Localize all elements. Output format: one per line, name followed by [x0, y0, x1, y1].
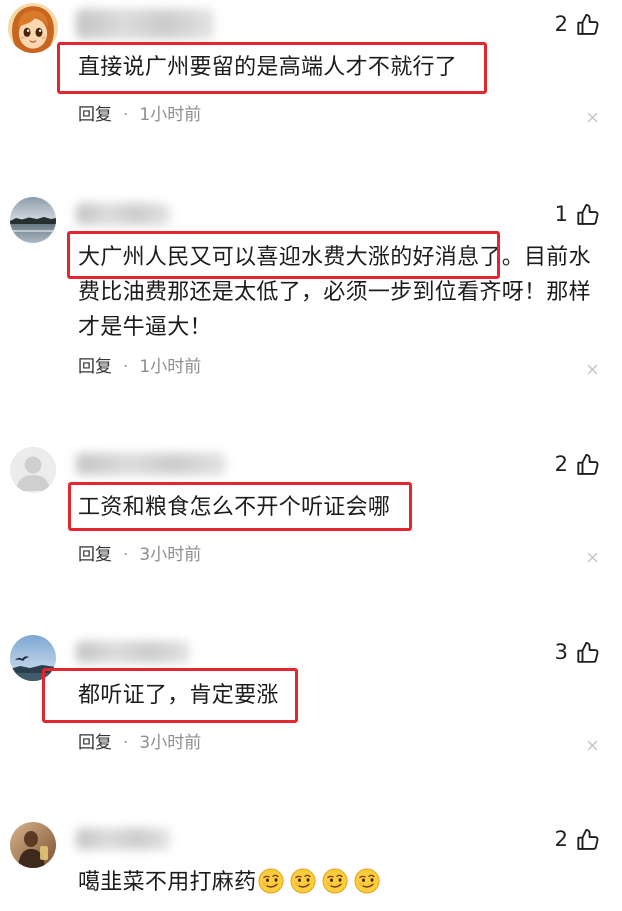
comment-time: 1小时前 — [139, 357, 202, 377]
comment-body: 大广州人民又可以喜迎水费大涨的好消息了。目前水 费比油费那还是太低了，必须一步到… — [78, 240, 598, 377]
meta-separator: · — [123, 545, 129, 565]
thumbs-up-icon — [575, 202, 600, 227]
username-blurred[interactable] — [76, 828, 170, 850]
username-blurred[interactable] — [76, 453, 226, 475]
comment-body: 都听证了，肯定要涨 回复 · 3小时前 — [78, 678, 598, 753]
meta-separator: · — [123, 357, 129, 377]
comment-text: 大广州人民又可以喜迎水费大涨的好消息了。目前水 — [78, 245, 591, 270]
thumbs-up-icon — [575, 640, 600, 665]
reply-button[interactable]: 回复 — [78, 733, 112, 753]
comment-meta: 回复 · 1小时前 — [78, 357, 598, 377]
like-count: 2 — [554, 827, 568, 851]
close-glyph — [587, 552, 598, 563]
username-blurred[interactable] — [76, 9, 214, 39]
comment-text: 费比油费那还是太低了，必须一步到位看齐呀！那样 — [78, 280, 591, 305]
close-glyph — [587, 364, 598, 375]
smirk-emoji-icon — [258, 868, 284, 894]
comment-time: 1小时前 — [139, 105, 202, 125]
user-avatar[interactable] — [10, 447, 56, 493]
default-user-avatar-icon — [10, 447, 56, 493]
close-icon[interactable] — [587, 112, 598, 123]
comment-meta: 回复 · 1小时前 — [78, 105, 598, 125]
smirk-emoji-icon — [322, 868, 348, 894]
sky-bird-avatar-icon — [10, 635, 56, 681]
meta-separator: · — [123, 733, 129, 753]
meta-separator: · — [123, 105, 129, 125]
close-icon[interactable] — [587, 740, 598, 751]
username-blurred[interactable] — [76, 203, 170, 225]
comment-time: 3小时前 — [139, 733, 202, 753]
like-count: 3 — [554, 640, 568, 664]
comment-text: 直接说广州要留的是高端人才不就行了 — [78, 55, 458, 80]
close-icon[interactable] — [587, 364, 598, 375]
comment-list: 2 直接说广州要留的是高端人才不就行了 回复 · 1小时前 1 大广州人民又可以… — [0, 0, 622, 911]
like-button[interactable]: 2 — [555, 450, 600, 478]
comment-time: 3小时前 — [139, 545, 202, 565]
lake-landscape-avatar-icon — [10, 197, 56, 243]
like-button[interactable]: 2 — [555, 10, 600, 38]
reply-button[interactable]: 回复 — [78, 105, 112, 125]
user-avatar[interactable] — [10, 822, 56, 868]
user-avatar[interactable] — [8, 3, 58, 53]
comment-meta: 回复 · 3小时前 — [78, 545, 598, 565]
smirk-emoji-icon — [290, 868, 316, 894]
cartoon-girl-avatar-icon — [8, 3, 58, 53]
user-avatar[interactable] — [10, 197, 56, 243]
thumbs-up-icon — [575, 827, 600, 852]
comment-body: 直接说广州要留的是高端人才不就行了 回复 · 1小时前 — [78, 50, 598, 125]
comment-text: 才是牛逼大！ — [78, 315, 212, 340]
like-count: 1 — [554, 202, 568, 226]
comment-text: 都听证了，肯定要涨 — [78, 683, 279, 708]
like-button[interactable]: 3 — [555, 638, 600, 666]
comment-body: 工资和粮食怎么不开个听证会哪 回复 · 3小时前 — [78, 490, 598, 565]
comment-meta: 回复 · 3小时前 — [78, 733, 598, 753]
reply-button[interactable]: 回复 — [78, 545, 112, 565]
close-icon[interactable] — [587, 552, 598, 563]
comment-text: 工资和粮食怎么不开个听证会哪 — [78, 495, 391, 520]
warm-photo-avatar-icon — [10, 822, 56, 868]
like-button[interactable]: 1 — [555, 200, 600, 228]
close-glyph — [587, 740, 598, 751]
comment-text: 噶韭菜不用打麻药 — [78, 870, 257, 895]
thumbs-up-icon — [575, 452, 600, 477]
close-glyph — [587, 112, 598, 123]
comment-text-line: 噶韭菜不用打麻药 — [78, 865, 598, 900]
comment-body: 噶韭菜不用打麻药 — [78, 865, 598, 900]
user-avatar[interactable] — [10, 635, 56, 681]
emoji-row — [258, 868, 380, 894]
like-count: 2 — [554, 452, 568, 476]
like-button[interactable]: 2 — [555, 825, 600, 853]
like-count: 2 — [554, 12, 568, 36]
reply-button[interactable]: 回复 — [78, 357, 112, 377]
thumbs-up-icon — [575, 12, 600, 37]
smirk-emoji-icon — [354, 868, 380, 894]
username-blurred[interactable] — [76, 641, 190, 663]
